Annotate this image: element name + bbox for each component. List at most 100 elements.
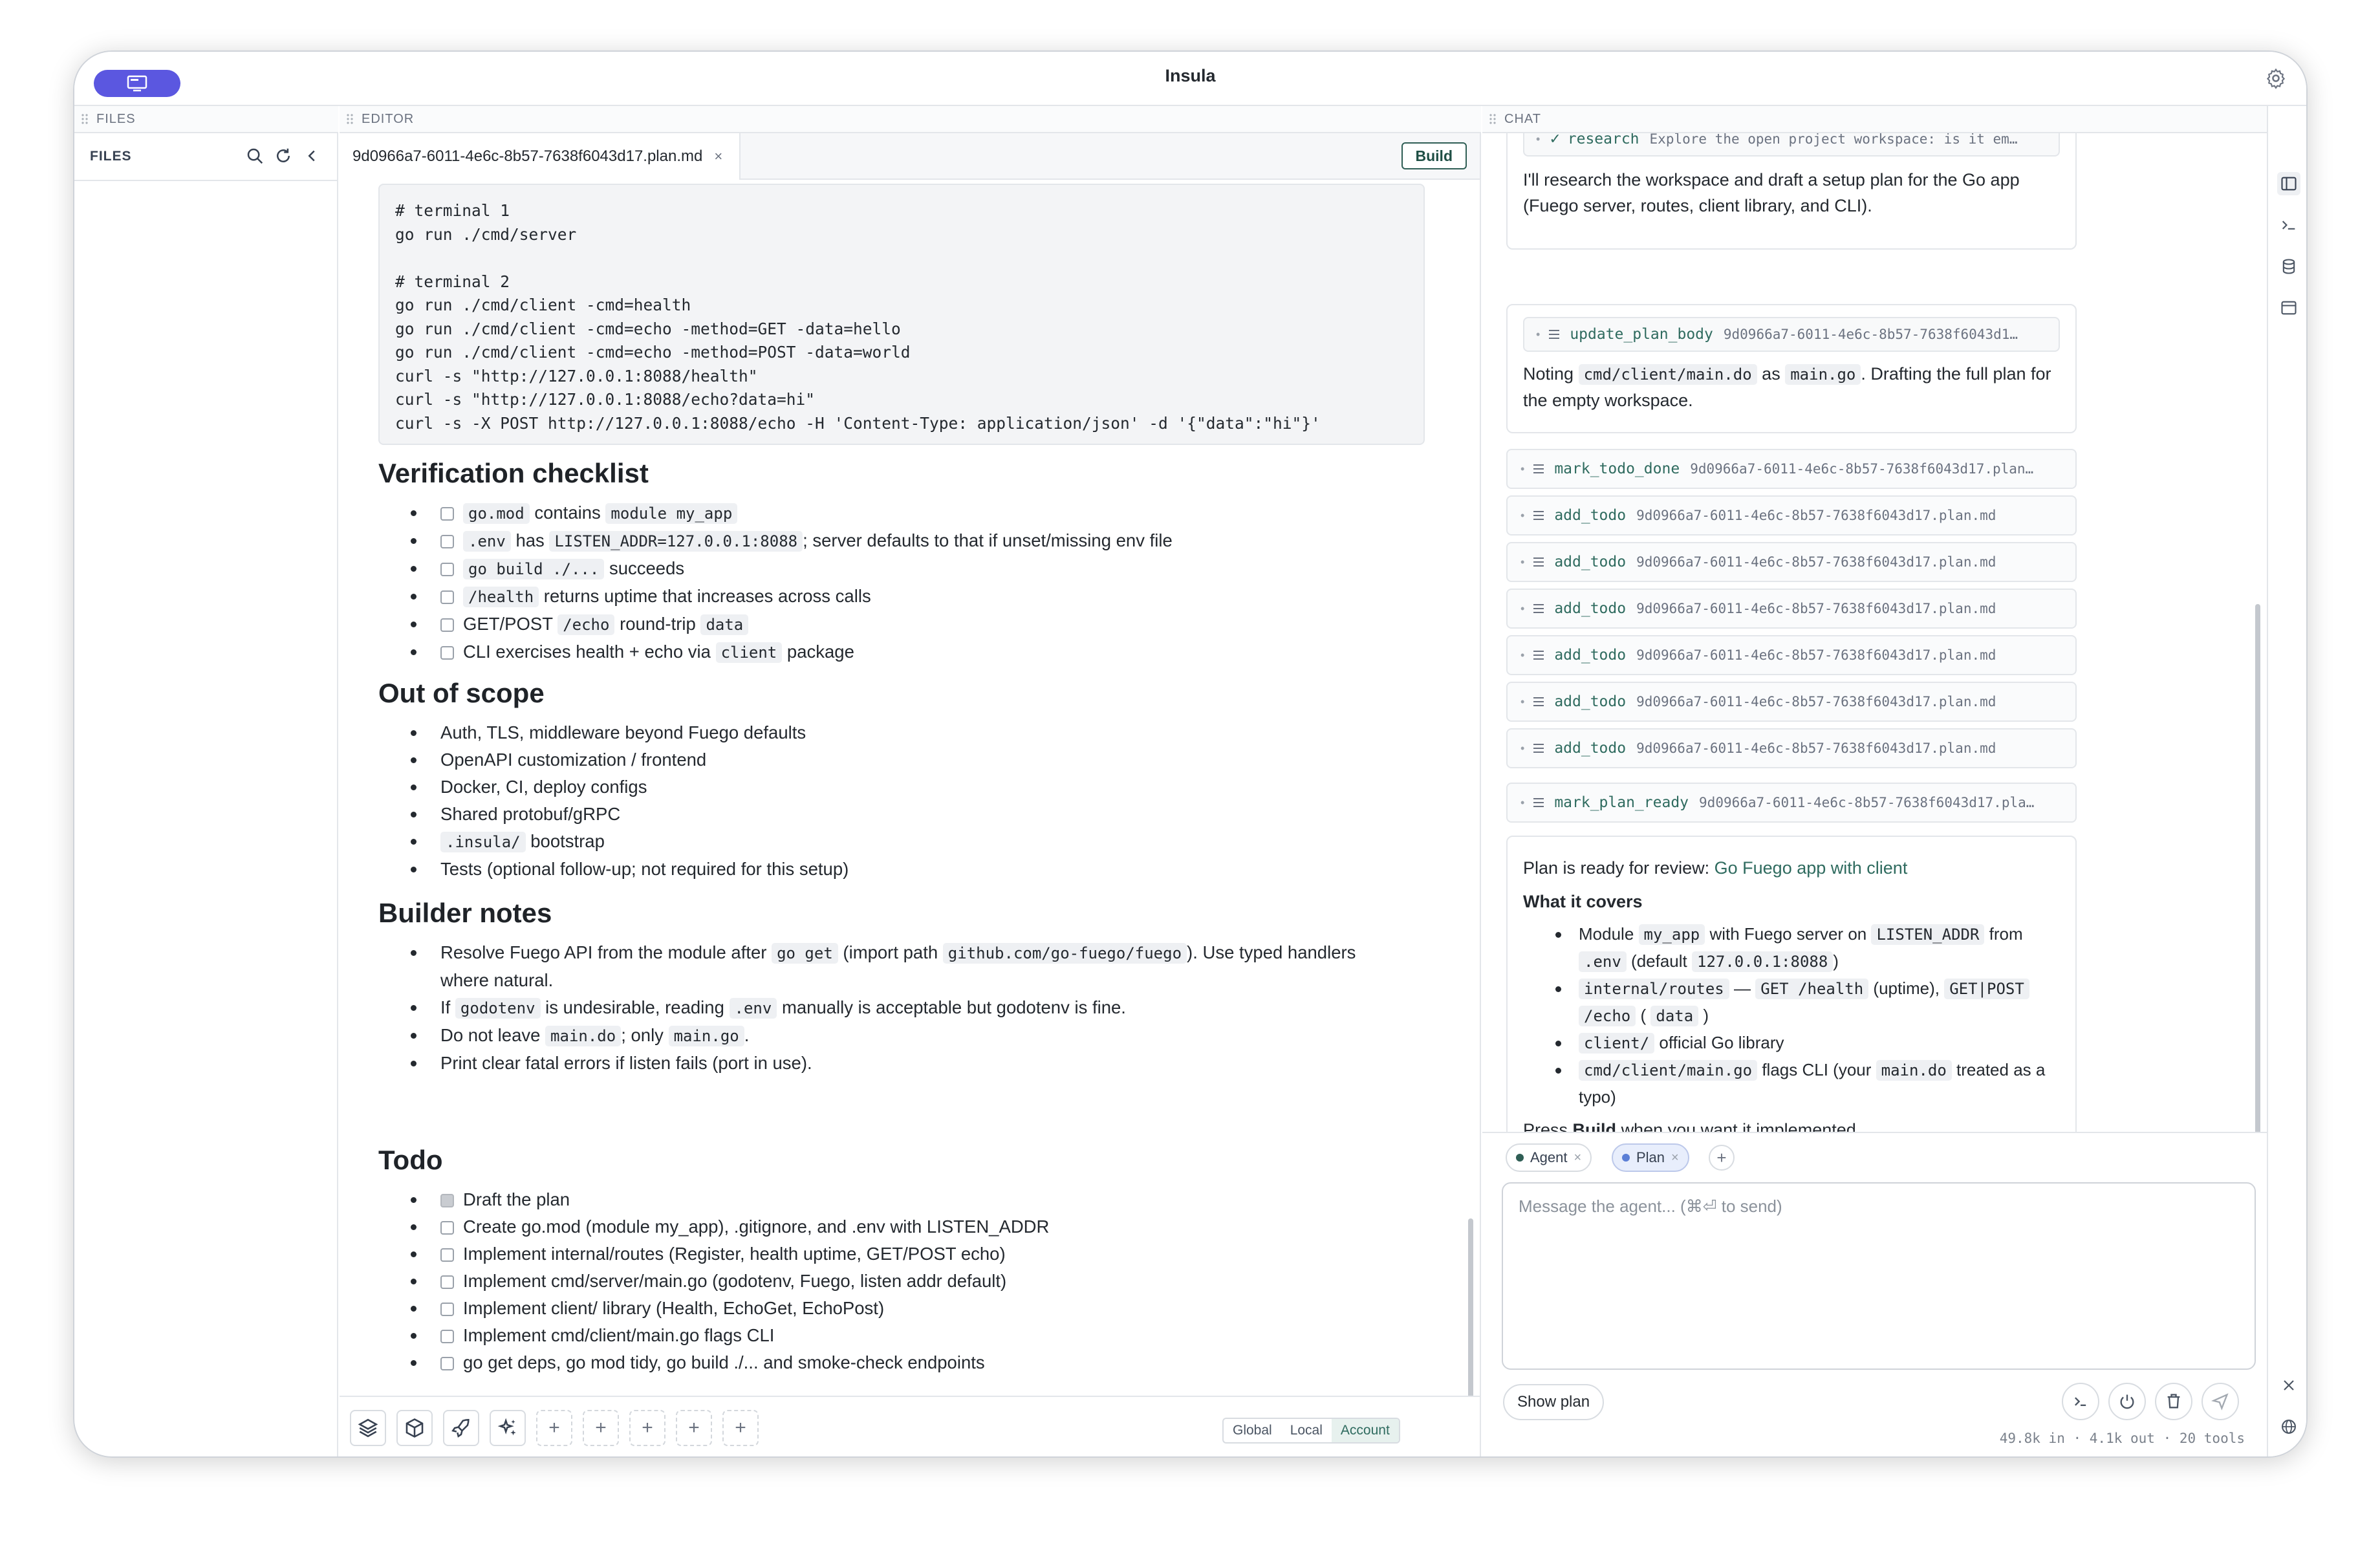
markdown-document: # terminal 1 go run ./cmd/server # termi… [340,181,1481,1388]
bullet-icon: • [1536,133,1541,146]
terminal-icon [2075,1397,2086,1406]
drag-handle-icon[interactable] [346,113,354,125]
ai-button[interactable] [490,1410,526,1446]
tool-call-row[interactable]: • add_todo 9d0966a7-6011-4e6c-8b57-7638f60… [1506,542,2077,582]
checkbox[interactable] [440,1275,454,1289]
right-rail [2267,106,2306,1458]
search-icon[interactable] [245,146,265,166]
add-mode-button[interactable]: + [1709,1145,1735,1171]
code-line: go run ./cmd/client -cmd=echo -method=GE… [395,319,901,338]
checkbox[interactable] [440,618,454,632]
sparkles-icon [497,1418,516,1436]
account-button[interactable] [2277,1456,2300,1458]
checkbox[interactable] [440,590,454,604]
deploy-button[interactable] [443,1410,479,1446]
checkbox[interactable] [440,1330,454,1343]
checkbox[interactable] [440,646,454,660]
tool-args: Explore the open project workspace: is i… [1649,133,2018,147]
terminal-icon [2282,221,2295,230]
layers-button[interactable] [350,1410,386,1446]
tool-call-research[interactable]: • ✓ research Explore the open project works… [1523,133,2060,157]
refresh-icon[interactable] [274,146,293,166]
status-dot [1516,1154,1524,1162]
build-button[interactable]: Build [1401,142,1467,169]
send-button[interactable] [2202,1383,2239,1420]
chat-panel: CHAT • ✓ research Explore the open project … [1482,106,2267,1456]
sidebar-icon [2281,177,2297,191]
drag-handle-icon[interactable] [1489,113,1497,125]
verification-list: go.mod contains module my_app .env has L… [378,499,1426,666]
tool-call-row[interactable]: • add_todo 9d0966a7-6011-4e6c-8b57-7638f60… [1506,635,2077,675]
show-plan-button[interactable]: Show plan [1503,1384,1605,1420]
message-text: Press Build when you want it implemented… [1523,1120,1861,1132]
message-input[interactable]: Message the agent... (⌘⏎ to send) [1502,1182,2256,1370]
terminal-rail-button[interactable] [2277,213,2300,237]
add-slot-button[interactable]: + [722,1410,759,1446]
list-item: client/ official Go library [1523,1030,2060,1057]
tool-call-row[interactable]: • add_todo 9d0966a7-6011-4e6c-8b57-7638f60… [1506,682,2077,722]
tool-call-row[interactable]: • mark_todo_done 9d0966a7-6011-4e6c-8b57-7… [1506,449,2077,489]
bullet-icon: • [1520,695,1525,708]
list-item: go.mod contains module my_app [378,499,1426,527]
chevron-left-icon[interactable] [302,146,321,166]
tool-call-row[interactable]: • mark_plan_ready 9d0966a7-6011-4e6c-8b57-… [1506,783,2077,823]
close-icon[interactable]: × [1574,1151,1582,1165]
code-line: go run ./cmd/server [395,224,577,244]
stop-button[interactable] [2108,1383,2146,1420]
checkbox[interactable] [440,1221,454,1235]
checkbox[interactable] [440,563,454,576]
scope-account[interactable]: Account [1331,1419,1399,1442]
power-icon [2120,1394,2134,1409]
mode-chip-agent[interactable]: Agent × [1506,1143,1592,1172]
message-text: Noting cmd/client/main.do as main.go. Dr… [1523,364,2051,410]
add-slot-button[interactable]: + [536,1410,572,1446]
close-icon[interactable]: × [714,148,722,165]
add-slot-button[interactable]: + [629,1410,665,1446]
message-text: Plan is ready for review: Go Fuego app w… [1523,858,1908,878]
scope-global[interactable]: Global [1224,1419,1281,1442]
panel-toggle-button[interactable] [2277,172,2300,195]
checkbox[interactable] [440,507,454,521]
database-button[interactable] [2277,255,2300,278]
files-title: FILES [90,149,132,164]
plan-link[interactable]: Go Fuego app with client [1715,858,1908,878]
list-item: Do not leave main.do; only main.go. [378,1022,1426,1050]
package-button[interactable] [396,1410,433,1446]
globe-button[interactable] [2277,1415,2300,1438]
code-line: # terminal 2 [395,272,510,291]
scope-local[interactable]: Local [1281,1419,1332,1442]
bullet-icon: • [1520,795,1525,809]
app-window: Insula FILES FILES EDITOR 9d0966a7-6011-… [73,50,2308,1458]
checkbox[interactable] [440,535,454,548]
section-heading: Builder notes [378,898,552,928]
add-slot-button[interactable]: + [676,1410,712,1446]
gear-icon[interactable] [2265,67,2287,89]
tool-call-row[interactable]: • add_todo 9d0966a7-6011-4e6c-8b57-7638f60… [1506,589,2077,629]
mode-chip-plan[interactable]: Plan × [1612,1143,1689,1172]
builder-notes-list: Resolve Fuego API from the module after … [378,939,1426,1077]
close-rail-button[interactable] [2277,1374,2300,1397]
code-line: # terminal 1 [395,201,510,220]
checkbox[interactable] [440,1357,454,1370]
todo-item: Implement internal/routes (Register, hea… [378,1240,1426,1268]
close-icon[interactable]: × [1671,1151,1679,1165]
app-title: Insula [1165,66,1216,85]
list-item: internal/routes — GET /health (uptime), … [1523,975,2060,1030]
tool-call-update-plan[interactable]: • update_plan_body 9d0966a7-6011-4e6c-8b57… [1523,317,2060,352]
browser-button[interactable] [2277,296,2300,319]
checkbox-checked[interactable] [440,1194,454,1207]
drag-handle-icon[interactable] [81,113,89,125]
add-slot-button[interactable]: + [583,1410,619,1446]
clear-button[interactable] [2155,1383,2192,1420]
checkbox[interactable] [440,1303,454,1316]
terminal-button[interactable] [2062,1383,2099,1420]
message-text: I'll research the workspace and draft a … [1523,170,2020,215]
token-usage: 49.8k in · 4.1k out · 20 tools [1999,1431,2245,1446]
tool-call-row[interactable]: • add_todo 9d0966a7-6011-4e6c-8b57-7638f60… [1506,728,2077,768]
tool-call-row[interactable]: • add_todo 9d0966a7-6011-4e6c-8b57-7638f60… [1506,495,2077,536]
tool-name: research [1567,133,1639,147]
todo-list: Draft the plan Create go.mod (module my_… [378,1186,1426,1376]
database-icon [2282,259,2295,274]
checkbox[interactable] [440,1248,454,1262]
editor-tab[interactable]: 9d0966a7-6011-4e6c-8b57-7638f6043d17.pla… [340,133,741,180]
